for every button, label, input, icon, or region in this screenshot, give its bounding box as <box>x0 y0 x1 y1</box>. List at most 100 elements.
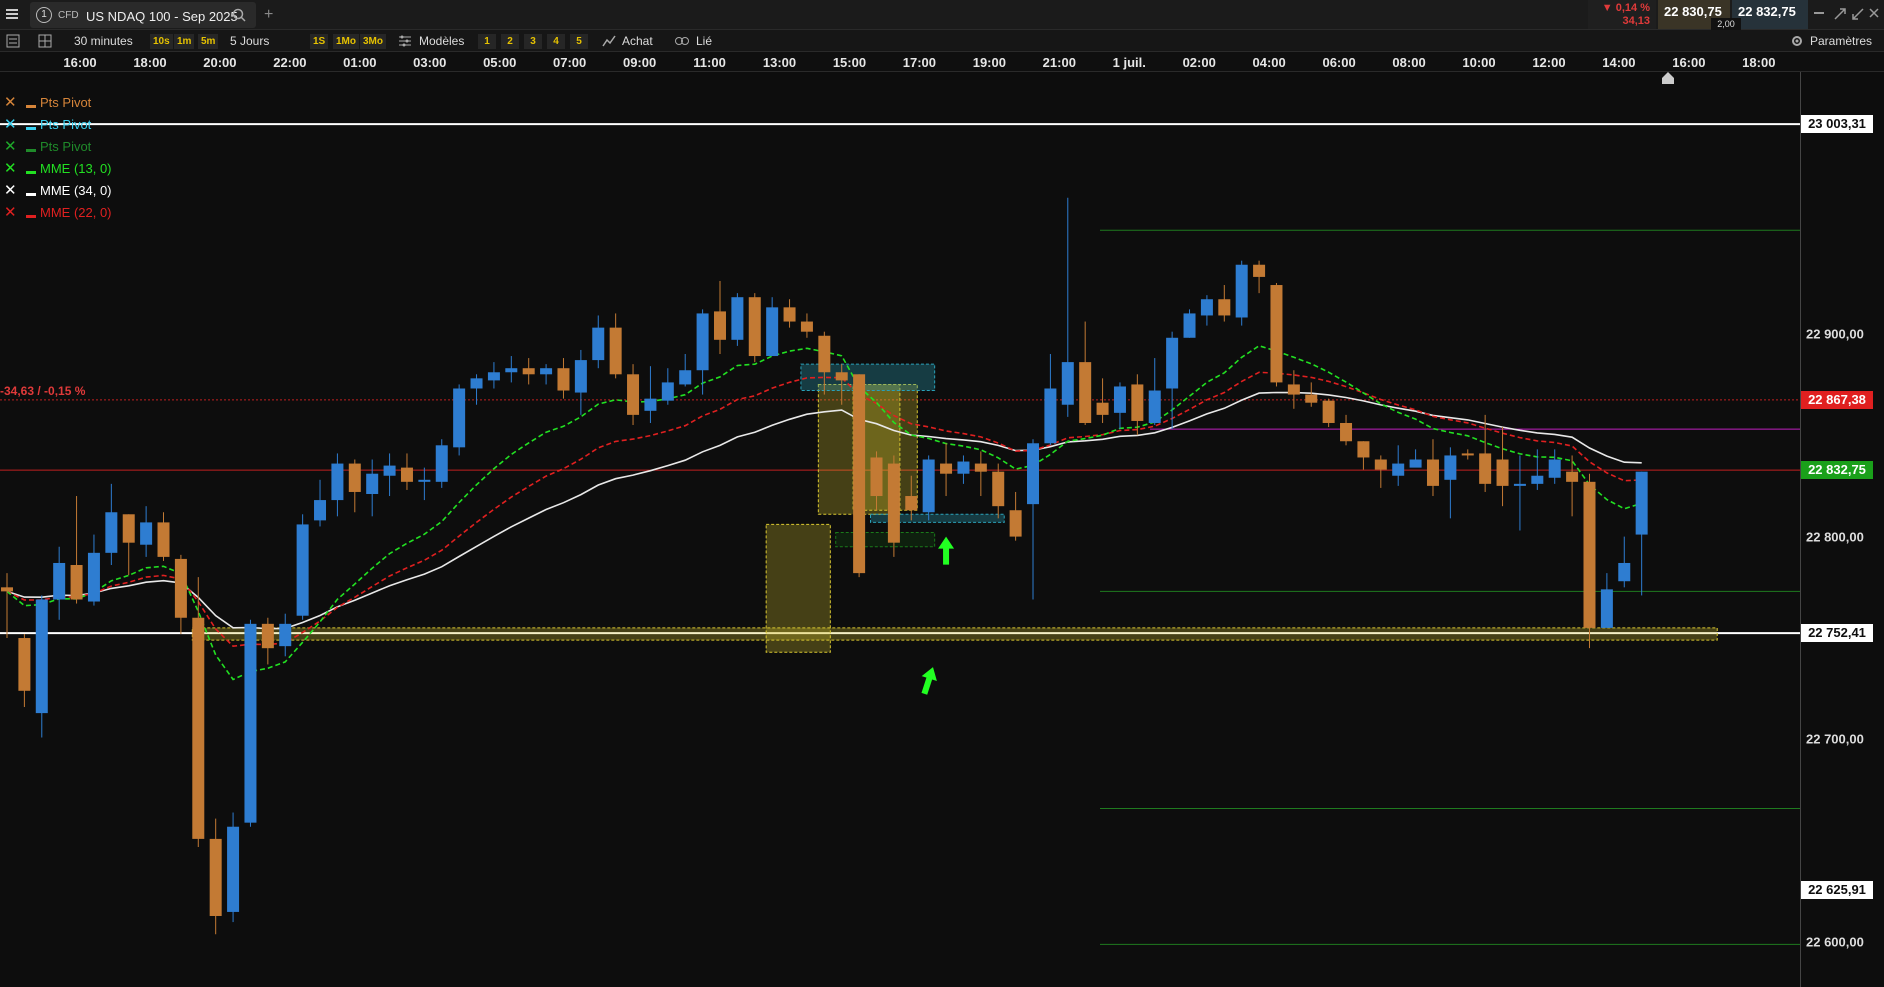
candle-body <box>244 623 257 823</box>
remove-indicator-icon[interactable]: ✕ <box>4 94 20 112</box>
period-1mo-button[interactable]: 1Mo <box>333 34 359 49</box>
candle-body <box>940 463 953 474</box>
candle-body <box>70 565 83 600</box>
candle-body <box>557 368 570 391</box>
ask-price: 22 832,75 <box>1738 4 1796 19</box>
remove-indicator-icon[interactable]: ✕ <box>4 138 20 156</box>
price-tick-label: 22 800,00 <box>1806 529 1864 545</box>
candle-body <box>1218 299 1231 316</box>
period-1s-button[interactable]: 1S <box>310 34 329 49</box>
layout-icon[interactable] <box>38 34 52 51</box>
candle-body <box>957 461 970 474</box>
candle-body <box>853 374 866 574</box>
change-abs: 34,13 <box>1622 15 1650 27</box>
candle-body <box>1235 264 1248 318</box>
time-tick-label: 07:00 <box>553 55 587 70</box>
close-icon[interactable] <box>1868 7 1880 22</box>
panel-icon[interactable] <box>6 34 20 51</box>
resistance-price-box: 23 003,31 <box>1801 115 1873 134</box>
time-tick-label: 15:00 <box>832 55 867 70</box>
candle-body <box>157 522 170 557</box>
expand-icon[interactable] <box>1834 8 1846 23</box>
period-3mo-button[interactable]: 3Mo <box>360 34 386 49</box>
low-price-box: 22 625,91 <box>1801 880 1873 899</box>
instrument-tab[interactable]: 1 CFD US NDAQ 100 - Sep 2025 <box>30 2 256 28</box>
change-box: ▼ 0,14 % 34,13 <box>1588 0 1656 29</box>
candle-body <box>800 321 813 332</box>
buy-button[interactable]: Achat <box>622 34 653 48</box>
interval-1m-button[interactable]: 1m <box>174 34 195 49</box>
time-tick-label: 12:00 <box>1532 55 1566 70</box>
price-chart[interactable] <box>0 72 1800 987</box>
search-icon[interactable] <box>232 8 246 25</box>
candle-body <box>192 617 205 839</box>
remove-indicator-icon[interactable]: ✕ <box>4 160 20 178</box>
candle-body <box>1 587 13 592</box>
indicator-color-swatch <box>26 193 36 196</box>
candle-body <box>1496 459 1509 486</box>
interval-select[interactable]: 30 minutes <box>74 34 133 48</box>
indicator-label: Pts Pivot <box>40 117 92 132</box>
candle-body <box>261 623 274 649</box>
settings-button[interactable]: Paramètres <box>1810 34 1872 48</box>
layout-3-button[interactable]: 3 <box>524 34 542 49</box>
tab-title: US NDAQ 100 - Sep 2025 <box>86 9 238 24</box>
gear-icon[interactable] <box>1790 34 1804 51</box>
candle-body <box>418 479 431 482</box>
candle-body <box>1583 481 1596 628</box>
layout-5-button[interactable]: 5 <box>570 34 588 49</box>
indicator-color-swatch <box>26 127 36 130</box>
layout-2-button[interactable]: 2 <box>501 34 519 49</box>
price-tick-label: 22 900,00 <box>1806 326 1864 342</box>
candle-body <box>731 297 744 340</box>
remove-indicator-icon[interactable]: ✕ <box>4 116 20 134</box>
time-tick-label: 08:00 <box>1392 55 1426 70</box>
candle-body <box>1131 384 1144 421</box>
candle-body <box>766 307 779 357</box>
candle-body <box>1113 386 1126 413</box>
time-tick-label: 18:00 <box>133 55 167 70</box>
scroll-latest-icon[interactable] <box>1660 72 1676 87</box>
tab-type: CFD <box>58 10 79 21</box>
add-tab-icon[interactable]: + <box>264 6 273 24</box>
ask-box[interactable]: 22 832,75 <box>1732 0 1808 29</box>
remove-indicator-icon[interactable]: ✕ <box>4 204 20 222</box>
interval-5m-button[interactable]: 5m <box>198 34 219 49</box>
candle-body <box>748 297 761 357</box>
layout-1-button[interactable]: 1 <box>478 34 496 49</box>
remove-indicator-icon[interactable]: ✕ <box>4 182 20 200</box>
candle-body <box>1444 455 1457 480</box>
indicator-color-swatch <box>26 215 36 218</box>
change-pct: ▼ 0,14 % <box>1601 2 1650 14</box>
indicator-label: MME (34, 0) <box>40 183 112 198</box>
candle-body <box>1183 313 1196 338</box>
candle-body <box>314 500 327 521</box>
time-tick-label: 09:00 <box>622 55 657 70</box>
prev-close-annotation: -34,63 / -0,15 % <box>0 384 86 398</box>
candle-body <box>279 623 292 647</box>
candle-body <box>1426 459 1439 486</box>
candle-body <box>140 522 153 545</box>
candle-body <box>487 372 500 381</box>
menu-icon[interactable] <box>6 8 18 20</box>
candle-body <box>122 514 135 543</box>
candle-body <box>18 638 31 691</box>
candle-body <box>592 327 605 361</box>
interval-10s-button[interactable]: 10s <box>150 34 173 49</box>
indicator-label: MME (22, 0) <box>40 205 112 220</box>
candle-body <box>1200 299 1213 316</box>
indicator-label: Pts Pivot <box>40 139 92 154</box>
period-select[interactable]: 5 Jours <box>230 34 269 48</box>
candle-body <box>574 360 587 393</box>
layout-4-button[interactable]: 4 <box>547 34 565 49</box>
candle-body <box>696 313 709 371</box>
models-menu[interactable]: Modèles <box>419 34 464 48</box>
minimize-icon[interactable] <box>1814 12 1824 14</box>
indicator-color-swatch <box>26 105 36 108</box>
time-tick-label: 13:00 <box>762 55 797 70</box>
link-button[interactable]: Lié <box>696 34 712 48</box>
time-tick-label: 11:00 <box>693 55 726 70</box>
restore-icon[interactable] <box>1852 8 1864 23</box>
time-tick-label: 06:00 <box>1322 55 1356 70</box>
zone-0 <box>191 627 1718 641</box>
